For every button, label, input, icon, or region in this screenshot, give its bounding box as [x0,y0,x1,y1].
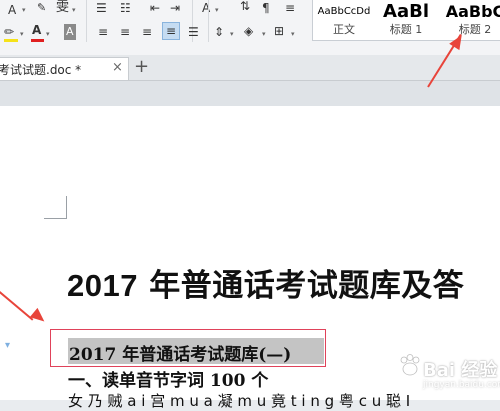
divider [86,0,87,42]
text-highlight-icon[interactable]: ✏ [4,24,14,40]
chevron-down-icon[interactable]: ▾ [291,30,295,38]
bullets-icon[interactable]: ☰ [96,0,107,16]
character-shading-icon[interactable]: A [64,24,76,40]
style-heading-2[interactable]: AaBbC 标题 2 [437,0,500,40]
section-heading: 一、读单音节字词 100 个 [68,371,269,391]
chevron-down-icon[interactable]: ▾ [20,30,24,38]
watermark-logo: Bai 经验 jingyan.baidu.com [395,350,500,400]
sort-icon[interactable]: ⇅ [240,0,250,14]
workspace-background [0,81,500,106]
borders-icon[interactable]: ⊞ [274,23,284,39]
highlight-color-swatch [4,39,18,42]
divider [208,0,209,42]
increase-indent-icon[interactable]: ⇥ [170,0,180,16]
new-tab-button[interactable]: + [134,56,149,77]
margin-corner-mark [44,218,67,219]
annotation-box [50,329,326,367]
align-center-icon[interactable]: ≡ [120,24,130,40]
line-spacing-icon[interactable]: ≡ [285,0,295,16]
decrease-indent-icon[interactable]: ⇤ [150,0,160,16]
chevron-down-icon: ▾ [5,340,11,351]
document-tab-title: 考试试题.doc * [0,63,82,77]
distributed-icon[interactable]: ☰ [188,24,199,40]
shrink-font-button[interactable]: A [8,2,16,18]
phonetic-guide-button[interactable]: 雯 [56,0,69,16]
paw-icon [400,354,420,376]
numbering-icon[interactable]: ☷ [120,0,131,16]
styles-gallery: AaBbCcDd 正文 AaBl 标题 1 AaBbC 标题 2 [312,0,500,41]
margin-corner-mark [66,196,67,219]
close-icon[interactable]: × [112,60,123,75]
style-normal[interactable]: AaBbCcDd 正文 [313,0,375,40]
justify-icon[interactable]: ≡ [162,22,181,40]
style-heading-1[interactable]: AaBl 标题 1 [375,0,437,40]
chevron-down-icon[interactable]: ▾ [22,6,26,14]
line-spacing-icon[interactable]: ⇕ [214,24,224,40]
font-color-swatch [31,39,44,42]
align-right-icon[interactable]: ≡ [142,24,152,40]
body-text: 女 乃 贼 a i 宫 m u a 凝 m u 竟 t i n g 粤 c u … [68,392,411,410]
chevron-down-icon[interactable]: ▾ [46,30,50,38]
chevron-down-icon[interactable]: ▾ [230,30,234,38]
chevron-down-icon[interactable]: ▾ [72,6,76,14]
chevron-down-icon[interactable]: ▾ [215,6,219,14]
align-left-icon[interactable]: ≡ [98,24,108,40]
document-title: 2017 年普通话考试题库及答 [67,268,465,304]
clear-format-icon[interactable]: ✎ [37,0,46,16]
chevron-down-icon[interactable]: ▾ [262,30,266,38]
document-tab[interactable]: 考试试题.doc * × [0,57,129,80]
show-marks-icon[interactable]: ¶ [262,0,270,16]
font-color-button[interactable]: A [32,22,41,38]
paragraph-shading-icon[interactable]: ◈ [244,23,253,39]
